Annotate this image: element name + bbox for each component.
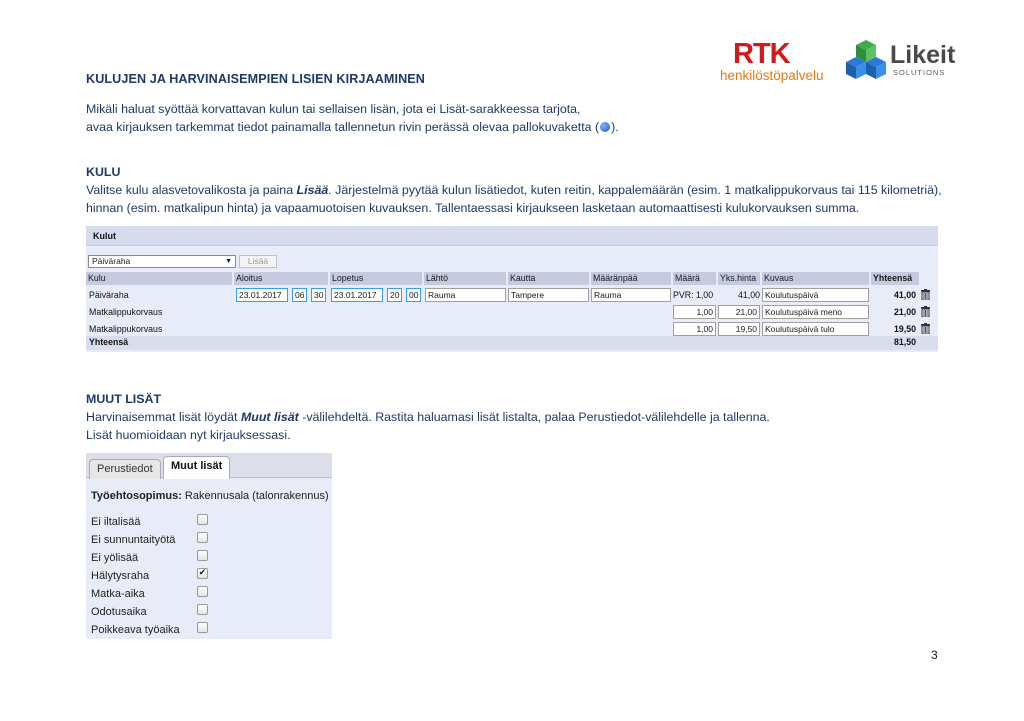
tab-muut-lisat[interactable]: Muut lisät xyxy=(163,456,231,479)
row1-start-hour[interactable]: 06 xyxy=(292,288,307,302)
row2-maara-input[interactable]: 1,00 xyxy=(673,305,716,319)
row1-hinta: 41,00 xyxy=(737,290,760,300)
row1-end-hour[interactable]: 20 xyxy=(387,288,402,302)
page-number: 3 xyxy=(931,648,938,662)
checkbox-odotusaika[interactable] xyxy=(197,604,208,615)
kulu-section-title: KULU xyxy=(86,165,121,179)
row1-lahto-input[interactable]: Rauma xyxy=(425,288,506,302)
muut-line-1-bold: Muut lisät xyxy=(240,410,299,424)
ball-icon xyxy=(600,122,611,132)
kulu-line-2: hinnan (esim. matkalipun hinta) ja vapaa… xyxy=(86,201,860,215)
muut-line-2: Lisät huomioidaan nyt kirjauksessasi. xyxy=(86,428,291,442)
total-label: Yhteensä xyxy=(89,337,129,347)
extra-label: Hälytysraha xyxy=(91,570,150,582)
muut-section-title: MUUT LISÄT xyxy=(86,392,162,406)
intro-text: Mikäli haluat syöttää korvattavan kulun … xyxy=(86,100,619,136)
row2-hinta-input[interactable]: 21,00 xyxy=(718,305,760,319)
likeit-logo-subtitle: SOLUTIONS xyxy=(893,68,946,77)
col-header-yhteensa: Yhteensä xyxy=(871,272,919,285)
row3-kulu: Matkalippukorvaus xyxy=(89,324,163,334)
muut-line-1-before: Harvinaisemmat lisät löydät xyxy=(86,410,241,424)
row1-kulu: Päiväraha xyxy=(89,290,129,300)
extra-label: Matka-aika xyxy=(91,588,145,600)
row2-kulu: Matkalippukorvaus xyxy=(89,307,163,317)
col-header-maara: Määrä xyxy=(673,272,716,285)
row1-end-date[interactable]: 23.01.2017 xyxy=(331,288,383,302)
row3-maara-input[interactable]: 1,00 xyxy=(673,322,716,336)
add-expense-button[interactable]: Lisää xyxy=(239,255,277,268)
expense-type-value: Päiväraha xyxy=(92,256,131,266)
row1-start-minute[interactable]: 30 xyxy=(311,288,326,302)
total-row xyxy=(86,336,938,350)
expense-type-select[interactable]: Päiväraha ▼ xyxy=(88,255,236,268)
tab-perustiedot[interactable]: Perustiedot xyxy=(89,459,161,479)
rtk-logo: RTK xyxy=(733,38,791,70)
row1-end-minute[interactable]: 00 xyxy=(406,288,421,302)
row1-yhteensa: 41,00 xyxy=(893,290,916,300)
kulut-panel: Kulut Päiväraha ▼ Lisää Kulu Aloitus Lope… xyxy=(86,226,938,352)
row1-start-date[interactable]: 23.01.2017 xyxy=(236,288,288,302)
kulu-line-1-bold: Lisää xyxy=(296,183,329,197)
col-header-lahto: Lähtö xyxy=(424,272,506,285)
row1-kautta-input[interactable]: Tampere xyxy=(508,288,589,302)
col-header-maaranpaa: Määränpää xyxy=(591,272,671,285)
col-header-kuvaus: Kuvaus xyxy=(762,272,869,285)
total-value: 81,50 xyxy=(893,337,916,347)
row2-kuvaus-input[interactable]: Koulutuspäivä meno xyxy=(762,305,869,319)
row3-hinta-input[interactable]: 19,50 xyxy=(718,322,760,336)
extra-label: Ei sunnuntaityötä xyxy=(91,534,176,546)
checkbox-matka-aika[interactable] xyxy=(197,586,208,597)
muut-section-text: Harvinaisemmat lisät löydät Muut lisät -… xyxy=(86,408,770,444)
trash-icon[interactable] xyxy=(921,323,930,334)
row1-maara: PVR: 1,00 xyxy=(673,290,714,300)
row2-yhteensa: 21,00 xyxy=(893,307,916,317)
extra-label: Ei iltalisää xyxy=(91,516,141,528)
col-header-kulu: Kulu xyxy=(86,272,232,285)
extras-panel: Perustiedot Muut lisät Työehtosopimus: R… xyxy=(86,453,332,639)
col-header-aloitus: Aloitus xyxy=(234,272,328,285)
checkbox-ei-iltalisaa[interactable] xyxy=(197,514,208,525)
kulut-panel-title: Kulut xyxy=(86,226,938,246)
col-header-kautta: Kautta xyxy=(508,272,589,285)
intro-line-2: avaa kirjauksen tarkemmat tiedot painama… xyxy=(86,118,619,136)
trash-icon[interactable] xyxy=(921,289,930,300)
row1-kuvaus-input[interactable]: Koulutuspäivä xyxy=(762,288,869,302)
contract-value: Rakennusala (talonrakennus) xyxy=(181,490,329,502)
rtk-logo-subtitle: henkilöstöpalvelu xyxy=(720,68,824,83)
col-header-lopetus: Lopetus xyxy=(330,272,422,285)
row3-yhteensa: 19,50 xyxy=(893,324,916,334)
dropdown-arrow-icon: ▼ xyxy=(225,258,232,265)
kulu-line-1: Valitse kulu alasvetovalikosta ja paina … xyxy=(86,181,942,199)
trash-icon[interactable] xyxy=(921,306,930,317)
muut-line-1: Harvinaisemmat lisät löydät Muut lisät -… xyxy=(86,408,770,426)
extra-label: Odotusaika xyxy=(91,606,147,618)
intro-line-1: Mikäli haluat syöttää korvattavan kulun … xyxy=(86,102,581,116)
extra-label: Poikkeava työaika xyxy=(91,624,180,636)
checkbox-ei-sunnuntaityota[interactable] xyxy=(197,532,208,543)
checkbox-ei-yolisaa[interactable] xyxy=(197,550,208,561)
page-title: KULUJEN JA HARVINAISEMPIEN LISIEN KIRJAA… xyxy=(86,72,425,86)
checkbox-halytysraha[interactable]: ✔ xyxy=(197,568,208,579)
row3-kuvaus-input[interactable]: Koulutuspäivä tulo xyxy=(762,322,869,336)
intro-line-2-after: ). xyxy=(611,120,619,134)
col-header-hinta: Yks.hinta xyxy=(718,272,760,285)
intro-line-2-before: avaa kirjauksen tarkemmat tiedot painama… xyxy=(86,120,600,134)
likeit-cubes-icon xyxy=(846,40,886,79)
muut-line-1-after: -välilehdeltä. Rastita haluamasi lisät l… xyxy=(298,410,770,424)
contract-label: Työehtosopimus: xyxy=(91,490,182,502)
checkbox-poikkeava-tyoaika[interactable] xyxy=(197,622,208,633)
kulu-line-1-before: Valitse kulu alasvetovalikosta ja paina xyxy=(86,183,297,197)
extra-label: Ei yölisää xyxy=(91,552,139,564)
row1-maaranpaa-input[interactable]: Rauma xyxy=(591,288,671,302)
kulu-section-text: Valitse kulu alasvetovalikosta ja paina … xyxy=(86,181,942,217)
kulu-line-1-after: . Järjestelmä pyytää kulun lisätiedot, k… xyxy=(328,183,942,197)
likeit-logo: Likeit xyxy=(890,41,956,69)
contract-row: Työehtosopimus: Rakennusala (talonrakenn… xyxy=(91,490,329,502)
